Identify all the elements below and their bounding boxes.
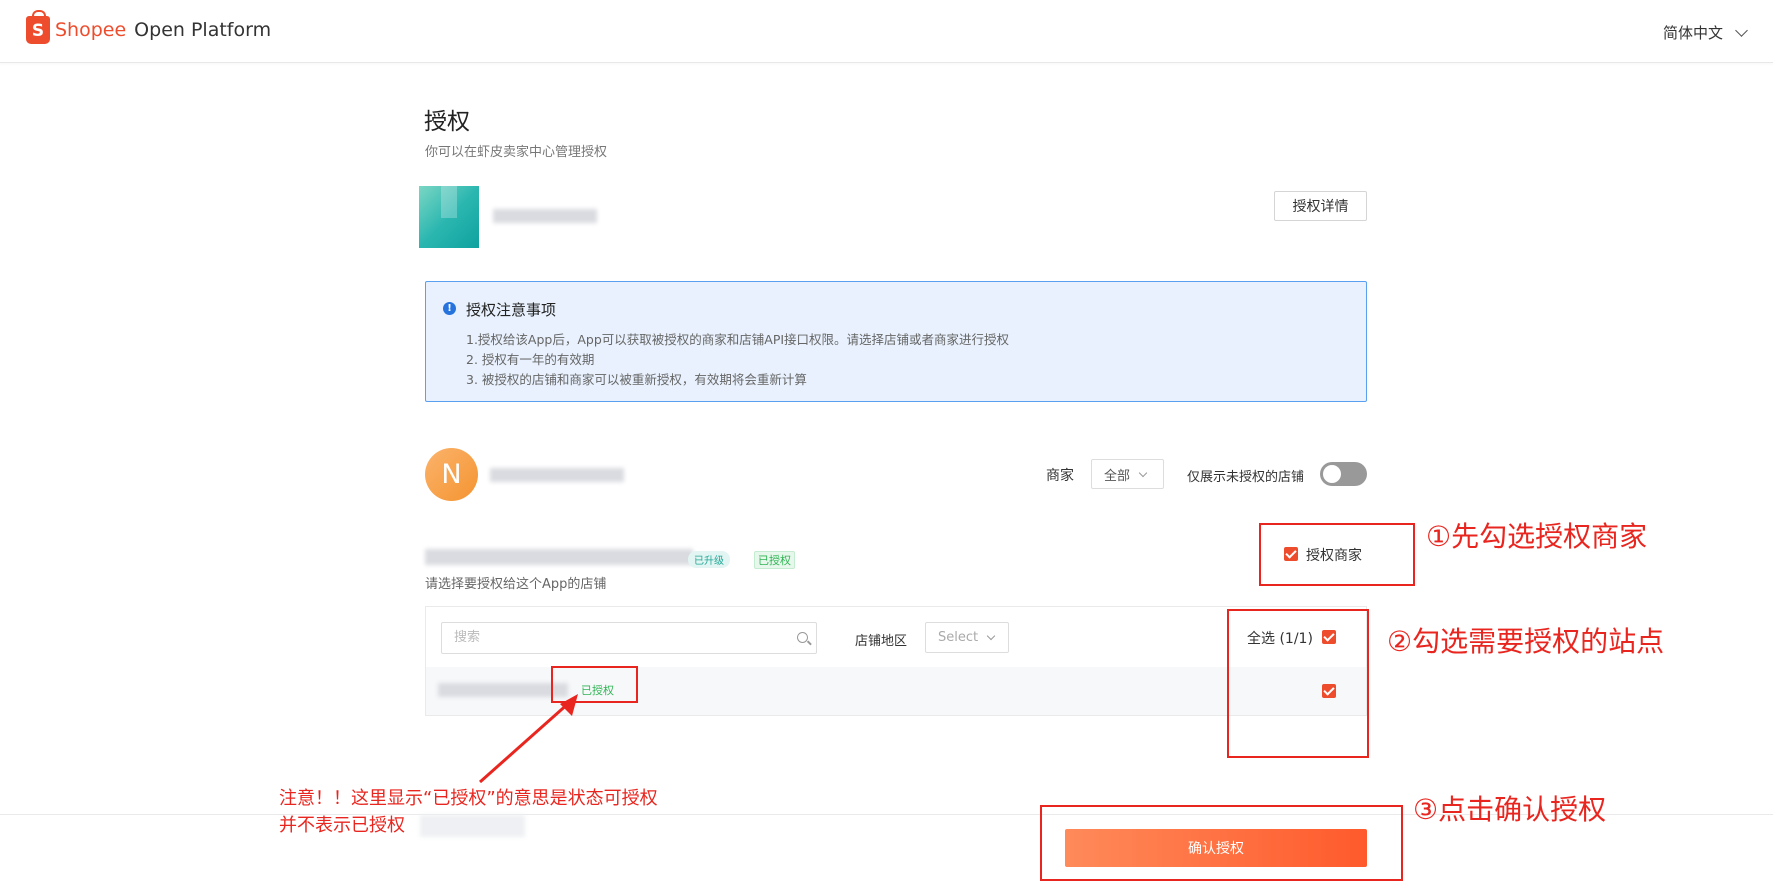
chevron-down-icon — [986, 631, 996, 641]
shopee-bag-icon: S — [26, 10, 50, 44]
annotation-step3: ③点击确认授权 — [1413, 793, 1607, 826]
annotation-arrow — [479, 694, 578, 784]
annotation-step1: ①先勾选授权商家 — [1426, 520, 1648, 553]
notice-line: 3. 被授权的店铺和商家可以被重新授权，有效期将会重新计算 — [466, 372, 807, 387]
annotation-box-shops — [1227, 609, 1369, 758]
shops-hint: 请选择要授权给这个App的店铺 — [425, 577, 607, 592]
chevron-down-icon — [1735, 23, 1748, 37]
notice-line: 2. 授权有一年的有效期 — [466, 352, 595, 367]
annotation-note-line1: 注意！！这里显示“已授权”的意思是状态可授权 — [279, 788, 658, 809]
region-placeholder: Select — [938, 630, 979, 645]
shopee-open-platform-logo[interactable]: S Shopee Open Platform — [26, 10, 272, 44]
authorization-detail-button[interactable]: 授权详情 — [1274, 191, 1367, 221]
merchant-entry-redacted — [425, 549, 693, 565]
merchant-name-redacted — [490, 468, 624, 482]
unauthorized-only-label: 仅展示未授权的店铺 — [1187, 470, 1305, 485]
annotation-box-confirm — [1040, 805, 1403, 881]
page-subtitle: 你可以在虾皮卖家中心管理授权 — [425, 145, 608, 160]
language-label: 简体中文 — [1662, 24, 1723, 42]
shop-region-select[interactable]: Select — [925, 622, 1009, 653]
chevron-down-icon — [1138, 468, 1148, 477]
brand-name: Shopee — [55, 19, 127, 41]
app-name-redacted — [493, 209, 597, 223]
merchant-filter-label: 商家 — [1046, 468, 1074, 484]
merchant-filter-value: 全部 — [1104, 468, 1131, 484]
notice-title: 授权注意事项 — [466, 301, 557, 319]
app-logo — [419, 186, 479, 248]
upgraded-badge: 已升级 — [688, 551, 730, 568]
authorization-notice: ! 授权注意事项 1.授权给该App后，App可以获取被授权的商家和店铺API接… — [425, 281, 1367, 402]
annotation-note-line2: 并不表示已授权 — [279, 815, 405, 836]
language-selector[interactable]: 简体中文 — [1662, 22, 1748, 43]
info-icon: ! — [443, 302, 456, 315]
top-navbar: S Shopee Open Platform 简体中文 — [0, 0, 1773, 63]
shop-region-label: 店铺地区 — [855, 634, 908, 649]
product-name: Open Platform — [134, 19, 272, 41]
merchant-avatar: N — [425, 448, 478, 501]
annotation-step2: ②勾选需要授权的站点 — [1387, 625, 1665, 658]
authorized-status-badge: 已授权 — [754, 551, 795, 569]
page-title: 授权 — [424, 109, 470, 135]
annotation-box-merchant — [1259, 523, 1415, 586]
notice-line: 1.授权给该App后，App可以获取被授权的商家和店铺API接口权限。请选择店铺… — [466, 332, 1010, 347]
search-placeholder: 搜索 — [454, 630, 481, 645]
note-redacted — [420, 815, 525, 837]
shop-search-input[interactable]: 搜索 — [441, 622, 817, 654]
search-icon — [797, 632, 808, 643]
unauthorized-only-toggle[interactable] — [1320, 462, 1367, 486]
merchant-filter-select[interactable]: 全部 — [1091, 459, 1164, 489]
